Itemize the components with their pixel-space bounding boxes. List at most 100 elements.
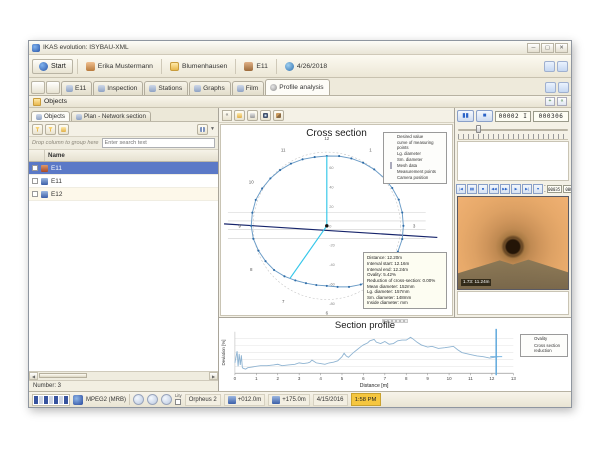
rewind-button[interactable]: ◀◀ — [489, 184, 499, 194]
search-input[interactable] — [102, 138, 215, 148]
plan-tab-icon — [76, 114, 82, 120]
tab-plan-network-section[interactable]: Plan - Network section — [71, 111, 151, 121]
svg-text:7: 7 — [282, 299, 285, 304]
lity-checkbox[interactable]: Lity — [175, 394, 182, 404]
distance-icon — [228, 396, 236, 404]
cross-section-panel: « Cross section 6040200-20-40-60-8012123… — [219, 108, 455, 317]
svg-text:13: 13 — [511, 376, 516, 381]
svg-text:7: 7 — [384, 376, 387, 381]
counter-icon — [272, 396, 280, 404]
panel-caption: Objects — [44, 98, 67, 105]
list-quick-icon[interactable] — [46, 81, 60, 94]
tab-strip: E11InspectionStationsGraphs Film Profile a… — [29, 78, 571, 96]
tab-inspection[interactable]: Inspection — [93, 81, 143, 95]
start-button[interactable]: Start — [32, 59, 73, 74]
ribbon-item-blumenhausen[interactable]: Blumenhausen — [166, 61, 231, 72]
video-position-slider[interactable] — [458, 124, 568, 134]
status-clock: 1:58 PM — [351, 393, 381, 406]
tab-graphs[interactable]: Graphs — [189, 81, 231, 95]
ribbon-item-4-26-2018[interactable]: 4/26/2018 — [281, 61, 331, 72]
column-chooser-icon[interactable] — [197, 124, 208, 135]
legend-label: Cross section reduction — [534, 344, 565, 354]
jump-end-button[interactable]: ▶| — [522, 184, 532, 194]
pause-button[interactable]: ▮▮ — [467, 184, 477, 194]
name-column-header: Name — [45, 152, 65, 159]
settings-icon[interactable] — [558, 82, 569, 93]
row-checkbox[interactable] — [32, 165, 38, 171]
object-row[interactable]: E11 — [29, 175, 218, 188]
jump-start-button[interactable]: |◀ — [456, 184, 466, 194]
play-button[interactable]: ▶ — [511, 184, 521, 194]
scroll-thumb[interactable] — [39, 373, 87, 378]
close-button[interactable]: ✕ — [555, 43, 568, 53]
horizontal-scrollbar[interactable]: ◀ ▶ — [29, 371, 218, 380]
scroll-right-icon[interactable]: ▶ — [209, 372, 218, 380]
sync-icon[interactable] — [544, 61, 555, 72]
video-icon[interactable] — [545, 82, 556, 93]
svg-text:-80: -80 — [329, 301, 335, 306]
tab-plan-label: Plan - Network section — [84, 113, 146, 120]
stop-button[interactable]: ■ — [476, 110, 493, 122]
ribbon-item-label: 4/26/2018 — [297, 63, 327, 70]
objects-panel: Objects Plan - Network section ▼ Drop co… — [29, 108, 219, 391]
e11-tab-icon — [66, 85, 73, 92]
minimize-button[interactable]: ─ — [527, 43, 540, 53]
tab-e11[interactable]: E11 — [61, 81, 92, 95]
svg-text:11: 11 — [468, 376, 473, 381]
printer-icon[interactable] — [247, 110, 258, 121]
section-profile-legend: Ovality Cross section reduction — [520, 334, 568, 357]
row-checkbox[interactable] — [32, 191, 38, 197]
scroll-left-icon[interactable]: ◀ — [29, 372, 38, 380]
video-panel: ▮▮ ■ 00002 I 000306 |◀▮▮■◀◀▶▶▶▶|▼--00035… — [455, 108, 571, 317]
tab-film[interactable]: Film — [232, 81, 264, 95]
eject-button[interactable]: ▼ — [533, 184, 543, 194]
maximize-button[interactable]: ▢ — [541, 43, 554, 53]
slider-handle[interactable] — [476, 125, 481, 133]
timeline-ruler — [458, 134, 568, 140]
tab-profile-analysis[interactable]: Profile analysis — [265, 79, 329, 95]
filter-icon[interactable] — [45, 124, 56, 135]
filter-edit-icon[interactable] — [32, 124, 43, 135]
film-segment — [39, 396, 43, 404]
help-icon[interactable] — [557, 61, 568, 72]
person-quick-icon[interactable] — [31, 81, 45, 94]
table-header[interactable]: Name — [29, 150, 218, 162]
slider-track[interactable] — [458, 129, 568, 131]
svg-text:0: 0 — [234, 376, 237, 381]
ribbon-item-e11[interactable]: E11 — [240, 61, 272, 72]
meter-2: +175.0m — [268, 394, 310, 406]
legend-entry: Lg. diameter — [386, 152, 444, 157]
fast-forward-button[interactable]: ▶▶ — [500, 184, 510, 194]
gauge-icon-1[interactable] — [133, 394, 144, 405]
load-filter-icon[interactable] — [58, 124, 69, 135]
collapse-panel-icon[interactable]: « — [222, 110, 232, 121]
svg-text:Deviation [%]: Deviation [%] — [221, 340, 226, 366]
pause-button[interactable]: ▮▮ — [457, 110, 474, 122]
gauge-icon-2[interactable] — [147, 394, 158, 405]
tools-icon[interactable] — [273, 110, 284, 121]
legend-entry: Ovality — [523, 337, 565, 342]
row-checkbox[interactable] — [32, 178, 38, 184]
stop-button[interactable]: ■ — [478, 184, 488, 194]
film-tab-icon — [237, 85, 244, 92]
tab-objects[interactable]: Objects — [31, 111, 70, 121]
status-date: 4/15/2016 — [313, 394, 348, 406]
checkbox-box[interactable] — [175, 399, 181, 405]
frame-counter: 000306 — [533, 111, 569, 122]
snapshot-icon[interactable] — [260, 110, 271, 121]
collapse-left-icon[interactable]: « — [557, 97, 567, 106]
open-icon[interactable] — [234, 110, 245, 121]
chevron-down-icon[interactable]: ▼ — [210, 126, 215, 132]
object-row[interactable]: E12 — [29, 188, 218, 201]
scroll-track[interactable] — [38, 372, 209, 380]
svg-text:-20: -20 — [329, 243, 335, 248]
objects-folder-icon — [33, 98, 41, 106]
ribbon-item-erika-mustermann[interactable]: Erika Mustermann — [82, 61, 157, 72]
add-button[interactable]: + — [545, 97, 555, 106]
top-row: « Cross section 6040200-20-40-60-8012123… — [219, 108, 571, 317]
tab-stations[interactable]: Stations — [144, 81, 188, 95]
video-frame[interactable]: 1.73: 11.24m — [457, 196, 569, 290]
object-row[interactable]: E11 — [29, 162, 218, 175]
monitor-icon[interactable] — [161, 394, 172, 405]
tab-label: Film — [246, 85, 258, 92]
